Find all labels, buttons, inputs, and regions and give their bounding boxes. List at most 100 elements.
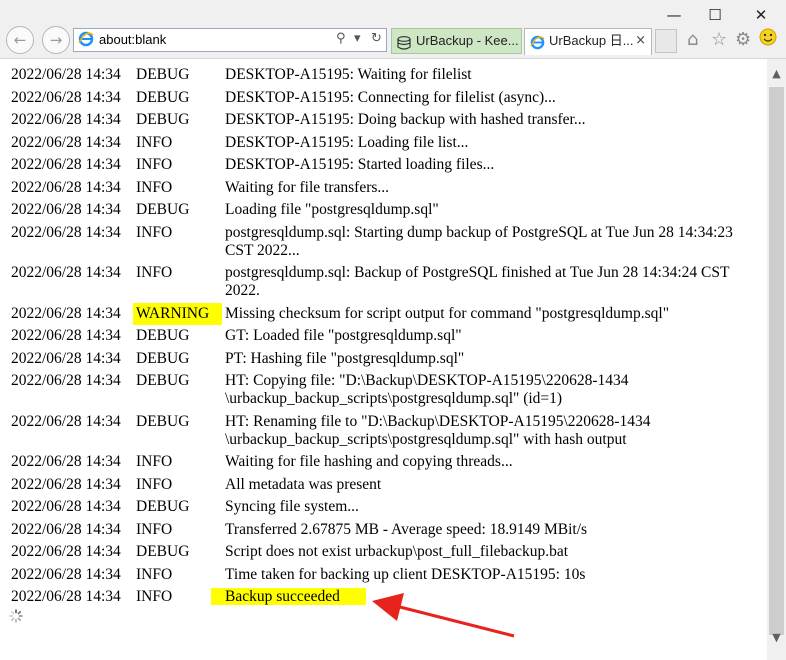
- log-timestamp: 2022/06/28 14:34: [11, 412, 121, 430]
- database-icon: [397, 34, 411, 53]
- log-row: 2022/06/28 14:34 INFO DESKTOP-A15195: Star…: [8, 154, 755, 177]
- tab-label: UrBackup - Kee...: [416, 33, 519, 48]
- highlighted-message: Backup succeeded: [211, 588, 366, 605]
- back-button[interactable]: ←: [6, 26, 34, 54]
- message-text: Missing checksum for script output for c…: [225, 304, 670, 322]
- forward-button[interactable]: →: [42, 26, 70, 54]
- log-level: DEBUG: [136, 543, 190, 560]
- message-text: Waiting for file hashing and copying thr…: [225, 453, 513, 470]
- tab-urbackup-log[interactable]: UrBackup 日... ×: [524, 28, 652, 55]
- log-timestamp: 2022/06/28 14:34: [11, 66, 121, 83]
- log-timestamp: 2022/06/28 14:34: [11, 520, 121, 538]
- log-row: 2022/06/28 14:34 INFO All metadata was pre…: [8, 474, 755, 497]
- log-timestamp: 2022/06/28 14:34: [11, 156, 121, 173]
- log-row: 2022/06/28 14:34 DEBUG HT: Renaming file t…: [8, 411, 755, 452]
- log-message: postgresqldump.sql: Backup of PostgreSQL…: [222, 262, 755, 303]
- tab-urbackup-keep[interactable]: UrBackup - Kee...: [391, 28, 522, 54]
- minimize-button[interactable]: —: [664, 6, 684, 24]
- log-page: 2022/06/28 14:34 DEBUG DESKTOP-A15195: Wai…: [0, 59, 767, 660]
- gear-icon[interactable]: ⚙: [735, 29, 751, 50]
- log-message: Waiting for file transfers...: [222, 177, 755, 200]
- home-icon[interactable]: ⌂: [687, 29, 698, 50]
- log-row: 2022/06/28 14:34 DEBUG DESKTOP-A15195: Doi…: [8, 109, 755, 132]
- ie-icon: [530, 34, 545, 55]
- log-level: INFO: [136, 520, 173, 538]
- log-message: DESKTOP-A15195: Connecting for filelist …: [222, 87, 755, 110]
- message-text: HT: Renaming file to "D:\Backup\DESKTOP-…: [225, 412, 651, 448]
- close-tab-icon[interactable]: ×: [635, 29, 646, 53]
- log-timestamp: 2022/06/28 14:34: [11, 588, 121, 605]
- log-row: 2022/06/28 14:34 INFO Waiting for file has…: [8, 451, 755, 474]
- log-row: 2022/06/28 14:34 INFO Backup succeeded: [8, 586, 755, 609]
- log-timestamp: 2022/06/28 14:34: [11, 327, 121, 344]
- close-window-button[interactable]: ✕: [751, 6, 771, 24]
- log-row: 2022/06/28 14:34 INFO DESKTOP-A15195: Load…: [8, 132, 755, 155]
- log-level: DEBUG: [136, 349, 190, 367]
- log-level: INFO: [136, 264, 173, 281]
- log-row: 2022/06/28 14:34 INFO Time taken for backi…: [8, 564, 755, 587]
- scroll-down-icon[interactable]: ▼: [770, 631, 783, 644]
- log-timestamp: 2022/06/28 14:34: [11, 372, 121, 389]
- log-timestamp: 2022/06/28 14:34: [11, 349, 121, 367]
- message-text: HT: Copying file: "D:\Backup\DESKTOP-A15…: [225, 372, 629, 407]
- log-level: INFO: [136, 178, 173, 196]
- log-level: INFO: [136, 133, 173, 151]
- smiley-icon[interactable]: [759, 28, 777, 51]
- message-text: DESKTOP-A15195: Waiting for filelist: [225, 66, 472, 83]
- log-level: INFO: [136, 156, 173, 173]
- maximize-button[interactable]: ☐: [705, 6, 725, 24]
- log-message: Waiting for file hashing and copying thr…: [222, 451, 755, 474]
- log-level: INFO: [136, 223, 173, 241]
- log-message: Time taken for backing up client DESKTOP…: [222, 564, 755, 587]
- log-message: HT: Renaming file to "D:\Backup\DESKTOP-…: [222, 411, 755, 452]
- log-timestamp: 2022/06/28 14:34: [11, 223, 121, 241]
- log-table: 2022/06/28 14:34 DEBUG DESKTOP-A15195: Wai…: [8, 64, 755, 609]
- log-row: 2022/06/28 14:34 INFO postgresqldump.sql: …: [8, 262, 755, 303]
- search-icon[interactable]: ⚲: [336, 31, 346, 46]
- log-row: 2022/06/28 14:34 DEBUG Script does not exi…: [8, 541, 755, 564]
- log-message: PT: Hashing file "postgresqldump.sql": [222, 348, 755, 371]
- address-bar[interactable]: about:blank ⚲ ▾ ↻: [73, 28, 387, 52]
- scroll-up-icon[interactable]: ▲: [770, 67, 783, 80]
- log-timestamp: 2022/06/28 14:34: [11, 111, 121, 128]
- log-message: All metadata was present: [222, 474, 755, 497]
- log-message: Backup succeeded: [211, 586, 755, 609]
- loading-spinner-icon: [9, 609, 23, 628]
- log-timestamp: 2022/06/28 14:34: [11, 453, 121, 470]
- log-message: Transferred 2.67875 MB - Average speed: …: [222, 519, 755, 542]
- address-url[interactable]: about:blank: [99, 32, 166, 47]
- star-icon[interactable]: ☆: [711, 29, 727, 50]
- forward-arrow-icon: →: [49, 31, 63, 49]
- log-timestamp: 2022/06/28 14:34: [11, 264, 121, 281]
- back-arrow-icon: ←: [13, 31, 27, 49]
- log-timestamp: 2022/06/28 14:34: [11, 543, 121, 560]
- log-row: 2022/06/28 14:34 INFO Transferred 2.67875 …: [8, 519, 755, 542]
- address-dropdown-icon[interactable]: ▾: [354, 31, 361, 46]
- log-message: DESKTOP-A15195: Doing backup with hashed…: [222, 109, 755, 132]
- refresh-icon[interactable]: ↻: [371, 31, 382, 46]
- vertical-scrollbar[interactable]: ▲ ▼: [767, 59, 786, 660]
- log-message: Loading file "postgresqldump.sql": [222, 199, 755, 222]
- log-row: 2022/06/28 14:34 DEBUG GT: Loaded file "po…: [8, 325, 755, 348]
- log-level: DEBUG: [136, 201, 190, 218]
- log-level: INFO: [136, 565, 173, 583]
- log-message: Syncing file system...: [222, 496, 755, 519]
- log-message: Script does not exist urbackup\post_full…: [222, 541, 755, 564]
- log-level: WARNING: [133, 302, 222, 325]
- message-text: Time taken for backing up client DESKTOP…: [225, 565, 586, 583]
- new-tab-button[interactable]: [655, 29, 677, 53]
- tab-label: UrBackup 日...: [549, 33, 634, 48]
- log-level: DEBUG: [136, 498, 190, 515]
- log-row: 2022/06/28 14:34 DEBUG Loading file "postg…: [8, 199, 755, 222]
- log-message: DESKTOP-A15195: Waiting for filelist: [222, 64, 755, 87]
- log-message: GT: Loaded file "postgresqldump.sql": [222, 325, 755, 348]
- log-timestamp: 2022/06/28 14:34: [11, 178, 121, 196]
- message-text: All metadata was present: [225, 475, 382, 493]
- scrollbar-thumb[interactable]: [769, 87, 784, 635]
- message-text: DESKTOP-A15195: Started loading files...: [225, 156, 495, 173]
- message-text: postgresqldump.sql: Starting dump backup…: [225, 223, 733, 259]
- message-text: Script does not exist urbackup\post_full…: [225, 543, 569, 560]
- message-text: Syncing file system...: [225, 498, 359, 515]
- message-text: DESKTOP-A15195: Doing backup with hashed…: [225, 111, 586, 128]
- log-level: DEBUG: [136, 111, 190, 128]
